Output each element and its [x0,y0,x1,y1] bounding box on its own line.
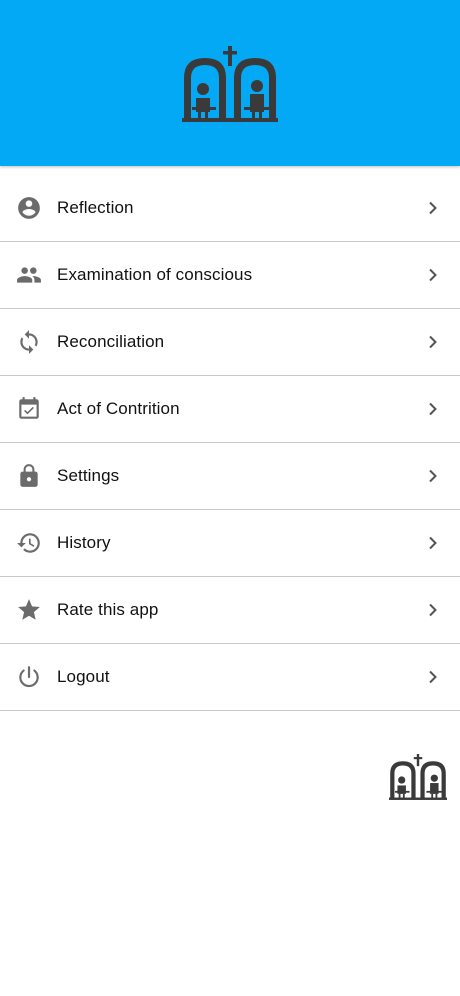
chevron-right-icon [426,402,440,416]
chevron-right-icon [426,201,440,215]
chevron-right-icon [426,670,440,684]
chevron-right-icon [426,603,440,617]
main-menu: Reflection Examination of conscious Reco… [0,175,460,711]
menu-item-act-of-contrition[interactable]: Act of Contrition [0,376,460,443]
history-icon [16,530,42,556]
menu-item-label: Rate this app [57,600,159,619]
menu-item-logout[interactable]: Logout [0,644,460,711]
menu-item-settings[interactable]: Settings [0,443,460,510]
menu-item-history[interactable]: History [0,510,460,577]
menu-item-label: Reconciliation [57,332,165,351]
menu-item-label: Act of Contrition [57,399,180,418]
sync-icon [16,329,42,355]
account-circle-icon [16,195,42,221]
menu-item-label: Reflection [57,198,134,217]
app-header [0,0,460,166]
chevron-right-icon [426,335,440,349]
menu-item-rate-app[interactable]: Rate this app [0,577,460,644]
menu-item-label: Examination of conscious [57,265,253,284]
power-icon [16,664,42,690]
chevron-right-icon [426,536,440,550]
church-confessional-logo-icon [389,754,447,800]
people-icon [16,262,42,288]
menu-item-label: Logout [57,667,110,686]
chevron-right-icon [426,268,440,282]
calendar-check-icon [16,396,42,422]
menu-item-examination[interactable]: Examination of conscious [0,242,460,309]
menu-item-label: Settings [57,466,120,485]
menu-item-reconciliation[interactable]: Reconciliation [0,309,460,376]
chevron-right-icon [426,469,440,483]
menu-item-label: History [57,533,111,552]
star-icon [16,597,42,623]
lock-icon [16,463,42,489]
menu-item-reflection[interactable]: Reflection [0,175,460,242]
church-confessional-logo-icon [182,46,278,122]
